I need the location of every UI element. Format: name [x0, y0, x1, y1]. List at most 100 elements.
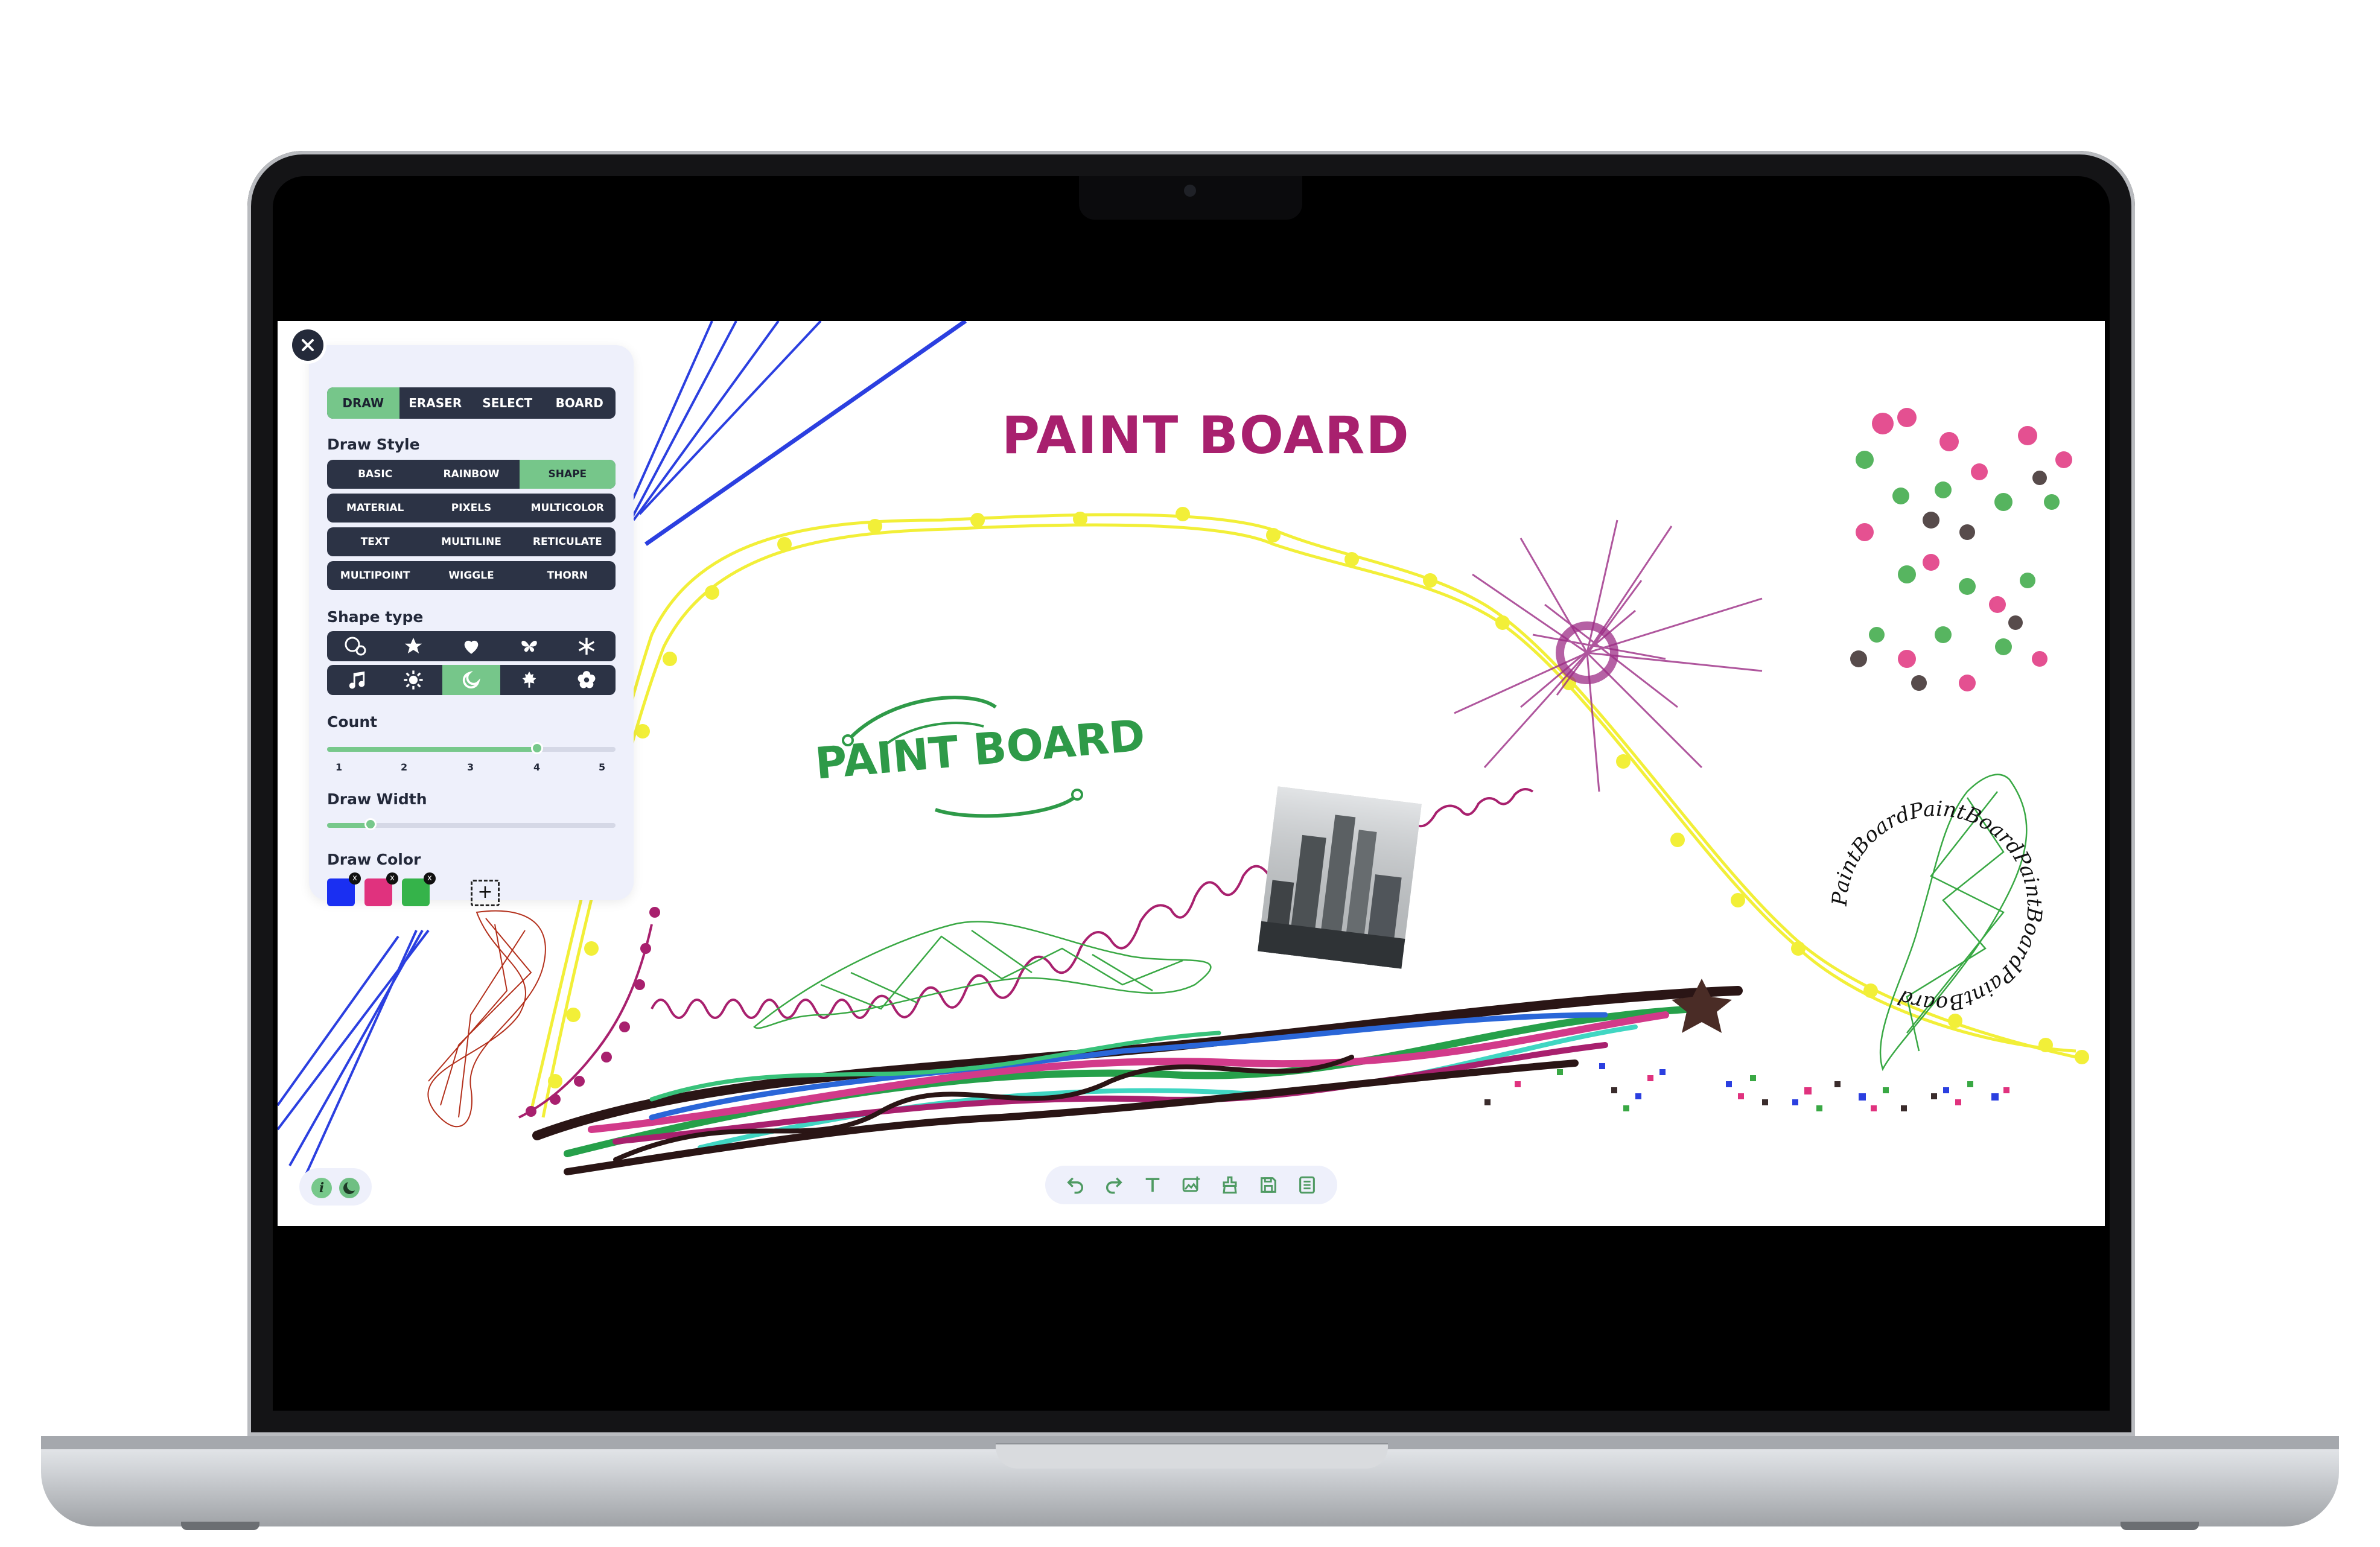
clear-button[interactable]: [1217, 1172, 1243, 1198]
count-tick-2: 2: [401, 761, 408, 773]
shape-music[interactable]: [327, 665, 385, 695]
green-reticulate-stroke: [753, 921, 1212, 1029]
shape-type-row-1: [327, 631, 616, 661]
color-swatch-pink[interactable]: x: [364, 872, 398, 906]
flower-icon: [578, 671, 596, 688]
draw-style-row-1: BASIC RAINBOW SHAPE: [327, 460, 616, 489]
style-multiline[interactable]: MULTILINE: [423, 527, 519, 556]
remove-color-icon[interactable]: x: [386, 872, 398, 885]
draw-style-row-4: MULTIPOINT WIGGLE THORN: [327, 561, 616, 590]
count-label: Count: [327, 713, 378, 731]
maple-leaf-icon: [522, 671, 536, 688]
heart-icon: [464, 640, 479, 654]
shape-star[interactable]: [385, 631, 443, 661]
draw-style-row-3: TEXT MULTILINE RETICULATE: [327, 527, 616, 556]
color-swatch-blue[interactable]: x: [327, 872, 361, 906]
laptop-foot-left: [181, 1522, 259, 1530]
tab-draw[interactable]: DRAW: [327, 387, 399, 419]
shape-bubbles[interactable]: [327, 631, 385, 661]
style-basic[interactable]: BASIC: [327, 460, 423, 489]
style-thorn[interactable]: THORN: [520, 561, 616, 590]
shape-flower[interactable]: [558, 665, 616, 695]
style-shape[interactable]: SHAPE: [519, 460, 616, 489]
star-icon: [405, 637, 422, 654]
shape-butterfly[interactable]: [500, 631, 558, 661]
laptop-foot-right: [2121, 1522, 2199, 1530]
close-icon: [302, 339, 314, 351]
butterfly-icon: [521, 641, 537, 652]
draw-style-row-2: MATERIAL PIXELS MULTICOLOR: [327, 494, 616, 523]
purple-dots: [526, 907, 660, 1117]
style-reticulate[interactable]: RETICULATE: [520, 527, 616, 556]
draw-width-slider[interactable]: [327, 818, 616, 830]
thorn-burst: [1454, 519, 1763, 792]
shape-type-label: Shape type: [327, 608, 424, 626]
file-list-button[interactable]: [1294, 1172, 1320, 1198]
camera-notch: [1079, 176, 1302, 220]
theme-toggle-button[interactable]: [339, 1178, 360, 1198]
mode-tabs: DRAW ERASER SELECT BOARD: [327, 387, 616, 419]
tab-board[interactable]: BOARD: [544, 387, 616, 419]
paint-board-title: PAINT BOARD: [1002, 405, 1410, 466]
undo-icon: [1067, 1177, 1083, 1194]
city-photo[interactable]: [1258, 786, 1422, 969]
red-reticulate-stroke: [427, 910, 546, 1128]
paint-board-screen: PaintBoardPaintBoardPaintBoardPaintBoard…: [278, 321, 2105, 1226]
corner-controls: [299, 1168, 372, 1206]
style-multicolor[interactable]: MULTICOLOR: [520, 494, 616, 523]
tab-select[interactable]: SELECT: [471, 387, 544, 419]
clear-icon: [1223, 1176, 1237, 1194]
info-button[interactable]: i: [311, 1178, 332, 1198]
style-wiggle[interactable]: WIGGLE: [423, 561, 519, 590]
music-note-icon: [349, 671, 365, 689]
color-swatch-green[interactable]: x: [402, 872, 436, 906]
camera-icon: [1184, 185, 1196, 197]
draw-width-label: Draw Width: [327, 790, 427, 808]
add-color-button[interactable]: +: [471, 880, 500, 906]
text-button[interactable]: [1139, 1172, 1166, 1198]
style-material[interactable]: MATERIAL: [327, 494, 423, 523]
file-list-icon: [1299, 1176, 1315, 1194]
count-tick-1: 1: [336, 761, 343, 773]
save-button[interactable]: [1255, 1172, 1282, 1198]
draw-settings-panel: DRAW ERASER SELECT BOARD Draw Style BASI…: [309, 345, 634, 906]
count-slider[interactable]: [327, 742, 616, 754]
count-slider-fill: [327, 747, 537, 752]
style-pixels[interactable]: PIXELS: [423, 494, 519, 523]
remove-color-icon[interactable]: x: [349, 872, 361, 885]
save-icon: [1261, 1177, 1276, 1193]
draw-width-slider-knob[interactable]: [364, 818, 377, 830]
pixel-brush-strokes: [1484, 1063, 2009, 1111]
laptop-opening-notch: [996, 1443, 1388, 1469]
count-tick-4: 4: [533, 761, 541, 773]
count-slider-knob[interactable]: [530, 742, 543, 754]
style-rainbow[interactable]: RAINBOW: [423, 460, 519, 489]
remove-color-icon[interactable]: x: [424, 872, 436, 885]
theme-icon: [343, 1180, 358, 1194]
bubbles-icon: [345, 637, 366, 656]
draw-width-slider-fill: [327, 823, 371, 828]
shape-brush-cluster: [1850, 408, 2072, 691]
moon-icon: [462, 670, 481, 689]
count-tick-3: 3: [467, 761, 474, 773]
tab-eraser[interactable]: ERASER: [399, 387, 472, 419]
count-tick-5: 5: [599, 761, 606, 773]
shape-sun[interactable]: [385, 665, 443, 695]
shape-maple-leaf[interactable]: [500, 665, 558, 695]
shape-snowflake[interactable]: [558, 631, 616, 661]
shape-heart[interactable]: [442, 631, 500, 661]
draw-color-label: Draw Color: [327, 851, 421, 868]
add-image-button[interactable]: [1178, 1172, 1204, 1198]
redo-button[interactable]: [1101, 1172, 1127, 1198]
draw-style-label: Draw Style: [327, 436, 420, 453]
sun-icon: [404, 670, 423, 690]
text-icon: [1145, 1178, 1160, 1192]
undo-button[interactable]: [1062, 1172, 1089, 1198]
snowflake-icon: [578, 637, 595, 655]
shape-type-row-2: [327, 665, 616, 695]
bottom-toolbar: [1045, 1166, 1337, 1204]
style-multipoint[interactable]: MULTIPOINT: [327, 561, 423, 590]
shape-moon[interactable]: [442, 665, 500, 695]
style-text[interactable]: TEXT: [327, 527, 423, 556]
close-panel-button[interactable]: [292, 329, 323, 361]
